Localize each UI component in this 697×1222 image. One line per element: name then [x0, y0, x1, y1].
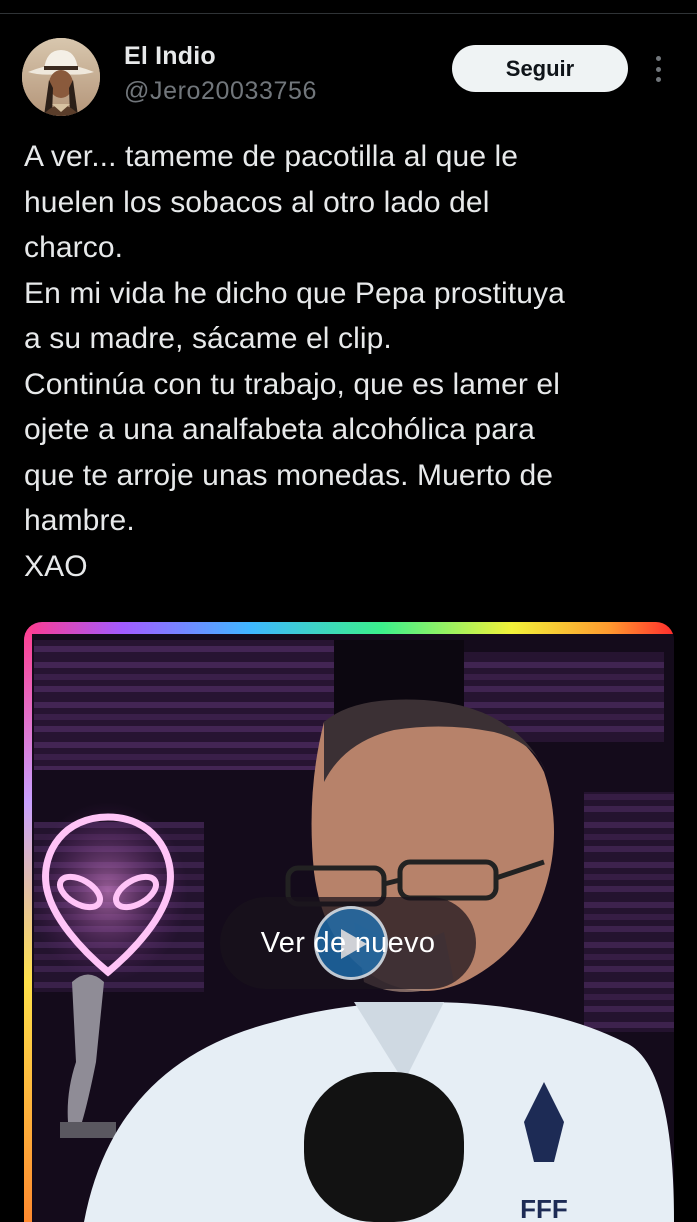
tweet-line: XAO — [24, 549, 88, 583]
tweet-line: Continúa con tu trabajo, que es lamer el — [24, 367, 560, 401]
tweet-line: a su madre, sácame el clip. — [24, 322, 392, 355]
tweet-line: huelen los sobacos al otro lado del — [24, 185, 490, 219]
author-handle[interactable]: @Jero20033756 — [124, 77, 317, 106]
tweet-line: A ver... tameme de pacotilla al que le — [24, 140, 519, 173]
more-vertical-icon[interactable] — [644, 52, 672, 86]
author-display-name[interactable]: El Indio — [124, 42, 216, 71]
play-triangle — [341, 929, 367, 959]
more-dot — [655, 56, 661, 61]
jersey-badge-text: FFF — [520, 1194, 568, 1222]
tweet-line: hambre. — [24, 504, 135, 537]
tweet-line: que te arroje unas monedas. Muerto de — [24, 458, 554, 492]
avatar-photo — [22, 38, 100, 116]
more-dot — [655, 66, 661, 72]
author-avatar[interactable] — [22, 38, 100, 116]
play-icon[interactable] — [314, 906, 388, 980]
tweet-text: A ver... tameme de pacotilla al que le h… — [24, 134, 674, 589]
tweet-line: charco. — [24, 231, 124, 264]
top-divider — [0, 13, 697, 14]
more-dot — [655, 77, 661, 82]
follow-button[interactable]: Seguir — [452, 45, 628, 92]
tweet-line: En mi vida he dicho que Pepa prostituya — [24, 276, 565, 310]
tweet-line: ojete a una analfabeta alcohólica para — [24, 413, 535, 446]
